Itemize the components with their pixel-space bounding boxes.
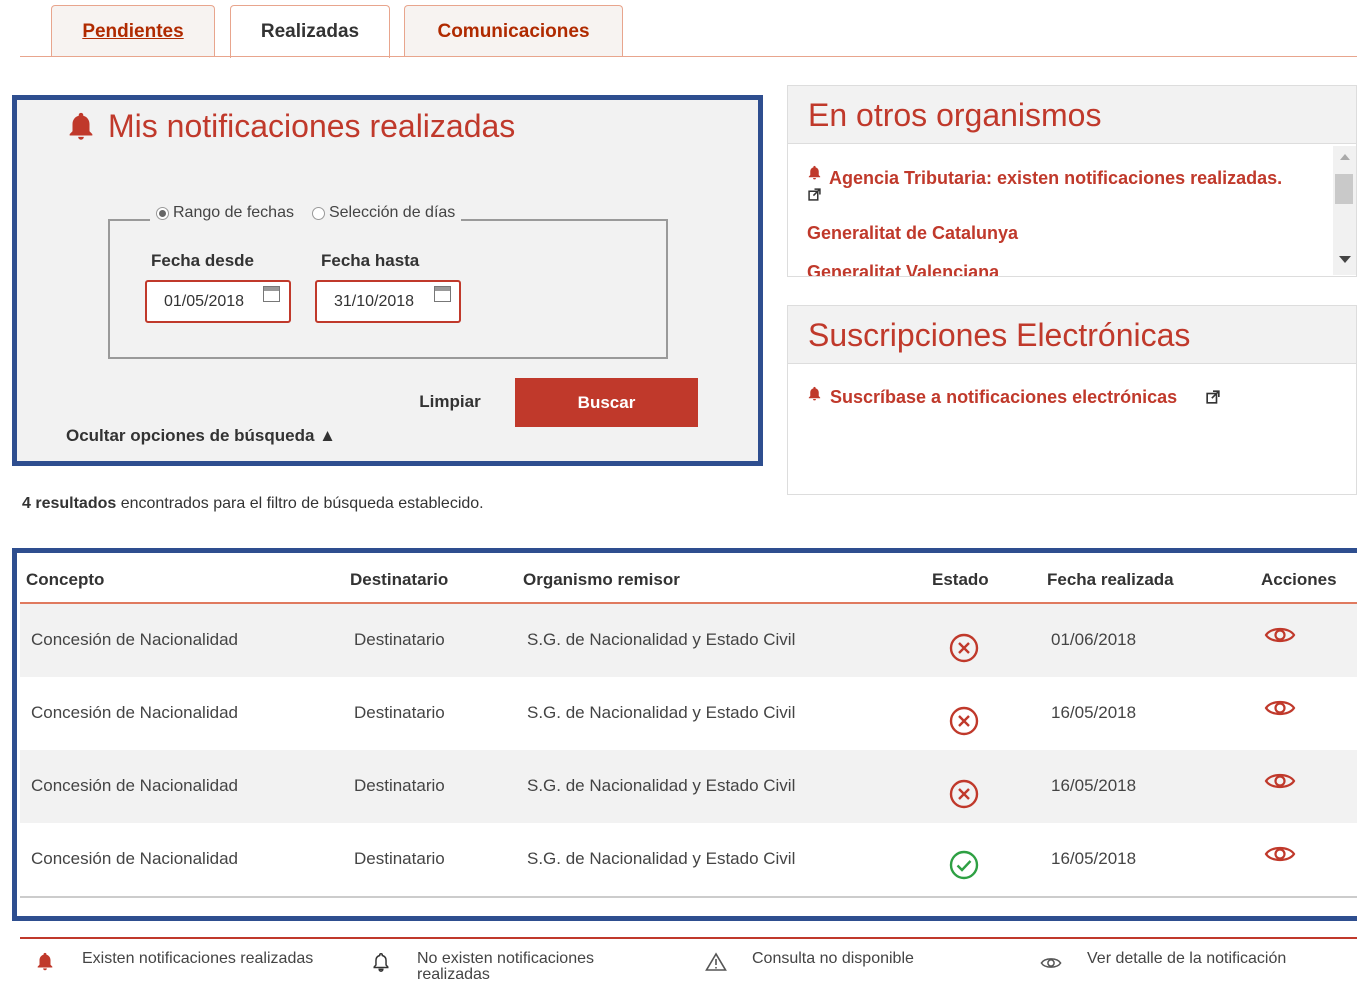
legend-no-existen: No existen notificaciones realizadas	[417, 951, 594, 981]
cell-organismo: S.G. de Nacionalidad y Estado Civil	[527, 703, 796, 722]
cell-destinatario: Destinatario	[354, 776, 445, 795]
tab-realizadas[interactable]: Realizadas	[230, 5, 390, 58]
from-date-value: 01/05/2018	[164, 293, 245, 310]
external-link-icon	[808, 188, 821, 201]
results-count: 4 resultados	[22, 495, 117, 512]
date-mode-radios: Rango de fechas Selección de días	[150, 204, 462, 222]
cell-organismo: S.G. de Nacionalidad y Estado Civil	[527, 630, 796, 649]
search-button[interactable]: Buscar	[515, 378, 698, 427]
cell-fecha: 01/06/2018	[1051, 630, 1137, 649]
org-link-catalunya[interactable]: Generalitat de Catalunya	[807, 223, 1018, 244]
radio-selected-dot	[159, 209, 166, 217]
cell-destinatario: Destinatario	[354, 703, 445, 722]
org-list-scrollbar[interactable]	[1333, 146, 1356, 275]
radio-range-label[interactable]: Rango de fechas	[173, 204, 294, 222]
legend-existen: Existen notificaciones realizadas	[82, 950, 314, 967]
legend-no-disponible: Consulta no disponible	[752, 950, 914, 967]
tab-comunicaciones-label: Comunicaciones	[437, 20, 590, 42]
header-destinatario[interactable]: Destinatario	[350, 570, 448, 590]
eye-icon[interactable]	[1264, 624, 1296, 646]
eye-icon[interactable]	[1264, 843, 1296, 865]
bell-filled-icon	[808, 386, 821, 401]
rejected-status-icon	[949, 779, 979, 809]
results-summary: 4 resultados encontrados para el filtro …	[22, 495, 484, 513]
table-row[interactable]: Concesión de Nacionalidad Destinatario S…	[20, 823, 1357, 896]
table-bottom-line	[20, 896, 1357, 898]
org-list-clip: Generalitat Valenciana	[788, 258, 1333, 276]
legend-divider	[20, 937, 1357, 939]
org-link-valenciana[interactable]: Generalitat Valenciana	[807, 262, 999, 276]
cell-concepto: Concesión de Nacionalidad	[31, 849, 238, 868]
cell-fecha: 16/05/2018	[1051, 703, 1137, 722]
external-link-icon	[1206, 390, 1220, 404]
header-concepto[interactable]: Concepto	[26, 570, 104, 590]
hide-search-options-toggle[interactable]: Ocultar opciones de búsqueda ▲	[66, 426, 336, 446]
scroll-down-icon[interactable]	[1339, 256, 1351, 263]
cell-destinatario: Destinatario	[354, 630, 445, 649]
calendar-icon[interactable]	[263, 286, 280, 302]
eye-icon	[1040, 958, 1062, 968]
bell-filled-icon	[808, 165, 821, 180]
calendar-icon[interactable]	[434, 286, 451, 302]
bell-filled-icon	[69, 112, 93, 140]
bell-filled-icon	[37, 952, 53, 971]
header-acciones: Acciones	[1261, 570, 1337, 589]
tab-comunicaciones[interactable]: Comunicaciones	[404, 5, 623, 57]
warning-icon	[705, 952, 727, 971]
page-title: Mis notificaciones realizadas	[108, 108, 516, 144]
to-date-value: 31/10/2018	[334, 293, 415, 310]
scroll-thumb[interactable]	[1335, 174, 1353, 204]
cell-destinatario: Destinatario	[354, 849, 445, 868]
header-estado[interactable]: Estado	[932, 570, 989, 590]
cell-concepto: Concesión de Nacionalidad	[31, 776, 238, 795]
cell-fecha: 16/05/2018	[1051, 849, 1137, 868]
bell-outline-icon	[373, 953, 389, 972]
table-row[interactable]: Concesión de Nacionalidad Destinatario S…	[20, 604, 1357, 677]
accepted-status-icon	[949, 850, 979, 880]
from-date-label: Fecha desde	[151, 251, 254, 270]
cell-organismo: S.G. de Nacionalidad y Estado Civil	[527, 776, 796, 795]
eye-icon[interactable]	[1264, 770, 1296, 792]
table-row[interactable]: Concesión de Nacionalidad Destinatario S…	[20, 750, 1357, 823]
results-suffix: encontrados para el filtro de búsqueda e…	[116, 495, 484, 512]
cell-fecha: 16/05/2018	[1051, 776, 1137, 795]
clear-button[interactable]: Limpiar	[400, 382, 500, 422]
cell-concepto: Concesión de Nacionalidad	[31, 630, 238, 649]
radio-range[interactable]	[156, 206, 169, 220]
legend-ver-detalle: Ver detalle de la notificación	[1087, 950, 1287, 967]
rejected-status-icon	[949, 706, 979, 736]
eye-icon[interactable]	[1264, 697, 1296, 719]
radio-days[interactable]	[311, 206, 325, 220]
scroll-up-icon[interactable]	[1340, 154, 1350, 160]
header-fecha[interactable]: Fecha realizada	[1047, 570, 1174, 590]
subscriptions-title: Suscripciones Electrónicas	[788, 306, 1356, 364]
cell-organismo: S.G. de Nacionalidad y Estado Civil	[527, 849, 796, 868]
rejected-status-icon	[949, 633, 979, 663]
tabs-underline	[20, 56, 1357, 57]
tab-pendientes-label[interactable]: Pendientes	[82, 21, 183, 43]
cell-concepto: Concesión de Nacionalidad	[31, 703, 238, 722]
org-link-agencia-tributaria[interactable]: Agencia Tributaria: existen notificacion…	[829, 168, 1282, 189]
subscribe-link[interactable]: Suscríbase a notificaciones electrónicas	[830, 387, 1177, 408]
tab-realizadas-label: Realizadas	[260, 21, 360, 42]
other-orgs-title: En otros organismos	[788, 86, 1356, 144]
tab-pendientes[interactable]: Pendientes	[51, 5, 215, 57]
table-row[interactable]: Concesión de Nacionalidad Destinatario S…	[20, 677, 1357, 750]
header-organismo[interactable]: Organismo remisor	[523, 570, 680, 590]
radio-days-label[interactable]: Selección de días	[329, 204, 455, 222]
to-date-label: Fecha hasta	[321, 251, 420, 270]
